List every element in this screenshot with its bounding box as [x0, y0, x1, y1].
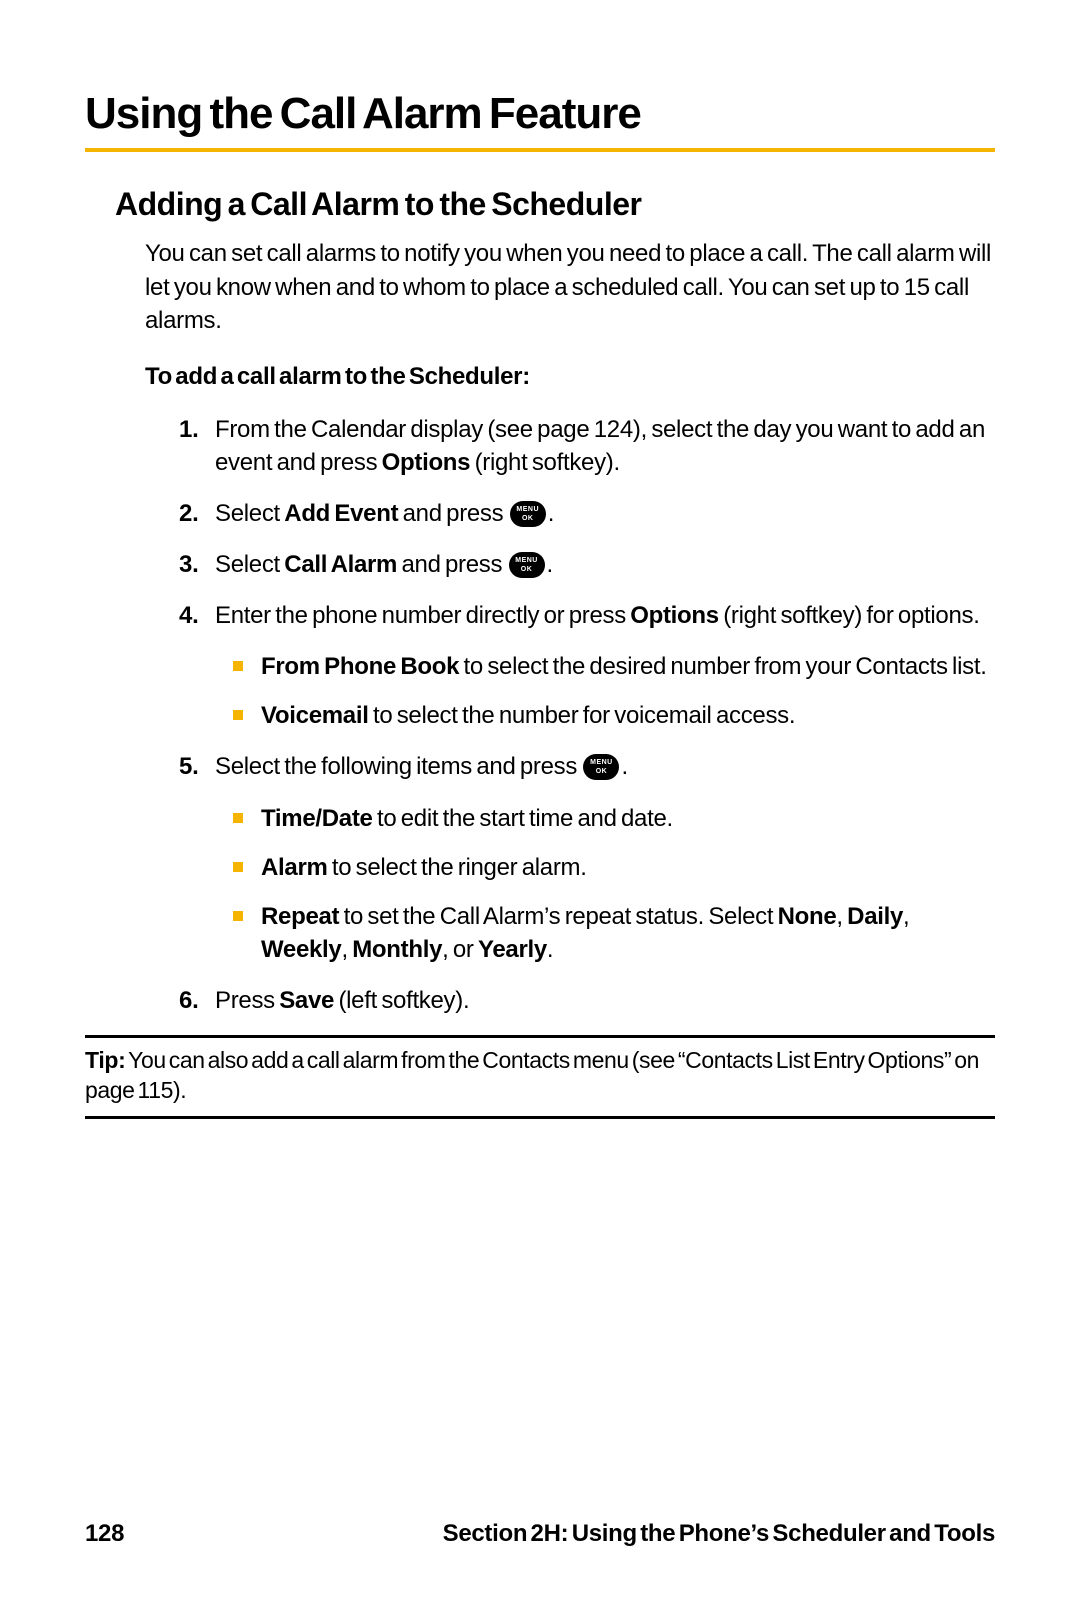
sub-item-voicemail: Voicemail to select the number for voice… — [261, 699, 995, 732]
page-footer: 128 Section 2H: Using the Phone’s Schedu… — [85, 1520, 995, 1548]
section-heading: Adding a Call Alarm to the Scheduler — [115, 186, 995, 223]
text: , or — [442, 936, 478, 963]
text: and press — [397, 551, 506, 578]
text: , — [836, 903, 847, 930]
text: (right softkey). — [470, 449, 620, 476]
procedure-lead: To add a call alarm to the Scheduler: — [145, 363, 995, 391]
sublist: Time/Date to edit the start time and dat… — [261, 802, 995, 966]
text: Select — [215, 500, 284, 527]
text: to edit the start time and date. — [373, 805, 673, 832]
tip-text: You can also add a call alarm from the C… — [85, 1047, 979, 1103]
text: to select the desired number from your C… — [459, 653, 986, 680]
icon-text: OK — [583, 768, 619, 775]
icon-text: MENU — [583, 759, 619, 766]
text: Select — [215, 551, 284, 578]
page-number: 128 — [85, 1520, 124, 1548]
text: , — [903, 903, 909, 930]
icon-text: OK — [510, 515, 546, 522]
bold: Add Event — [284, 500, 398, 527]
bold: Options — [382, 449, 471, 476]
bold: Voicemail — [261, 702, 369, 729]
text: to set the Call Alarm’s repeat status. S… — [339, 903, 777, 930]
icon-text: OK — [509, 566, 545, 573]
bold: Call Alarm — [284, 551, 397, 578]
tip-label: Tip: — [85, 1047, 126, 1073]
bold: Repeat — [261, 903, 339, 930]
intro-paragraph: You can set call alarms to notify you wh… — [145, 237, 995, 336]
menu-ok-icon: MENU OK — [583, 754, 619, 780]
step-1: From the Calendar display (see page 124)… — [215, 413, 995, 479]
text: Press — [215, 987, 279, 1014]
bold: None — [778, 903, 837, 930]
icon-text: MENU — [509, 557, 545, 564]
sub-item-timedate: Time/Date to edit the start time and dat… — [261, 802, 995, 835]
text: to select the ringer alarm. — [328, 854, 587, 881]
bold: Daily — [847, 903, 903, 930]
step-3: Select Call Alarm and press MENU OK. — [215, 548, 995, 581]
page-title: Using the Call Alarm Feature — [85, 90, 995, 138]
menu-ok-icon: MENU OK — [509, 552, 545, 578]
bold: From Phone Book — [261, 653, 459, 680]
sub-item-repeat: Repeat to set the Call Alarm’s repeat st… — [261, 900, 995, 966]
text: Enter the phone number directly or press — [215, 602, 630, 629]
bold: Time/Date — [261, 805, 373, 832]
text: . — [621, 753, 627, 780]
bold: Save — [279, 987, 334, 1014]
text: (left softkey). — [334, 987, 469, 1014]
text: . — [547, 551, 553, 578]
text: . — [548, 500, 554, 527]
bold: Monthly — [352, 936, 442, 963]
step-5: Select the following items and press MEN… — [215, 750, 995, 966]
bold: Yearly — [478, 936, 547, 963]
title-divider — [85, 148, 995, 152]
text: (right softkey) for options. — [719, 602, 980, 629]
step-4: Enter the phone number directly or press… — [215, 599, 995, 732]
text: , — [341, 936, 352, 963]
bold: Weekly — [261, 936, 341, 963]
step-2: Select Add Event and press MENU OK. — [215, 497, 995, 530]
text: Select the following items and press — [215, 753, 581, 780]
menu-ok-icon: MENU OK — [510, 501, 546, 527]
icon-text: MENU — [510, 506, 546, 513]
text: . — [547, 936, 553, 963]
sub-item-alarm: Alarm to select the ringer alarm. — [261, 851, 995, 884]
tip-block: Tip: You can also add a call alarm from … — [85, 1035, 995, 1119]
text: and press — [398, 500, 507, 527]
text: to select the number for voicemail acces… — [369, 702, 796, 729]
sub-item-phonebook: From Phone Book to select the desired nu… — [261, 650, 995, 683]
step-6: Press Save (left softkey). — [215, 984, 995, 1017]
steps-list: From the Calendar display (see page 124)… — [185, 413, 995, 1017]
section-reference: Section 2H: Using the Phone’s Scheduler … — [443, 1520, 995, 1548]
manual-page: Using the Call Alarm Feature Adding a Ca… — [0, 0, 1080, 1620]
sublist: From Phone Book to select the desired nu… — [261, 650, 995, 732]
bold: Alarm — [261, 854, 328, 881]
bold: Options — [630, 602, 719, 629]
